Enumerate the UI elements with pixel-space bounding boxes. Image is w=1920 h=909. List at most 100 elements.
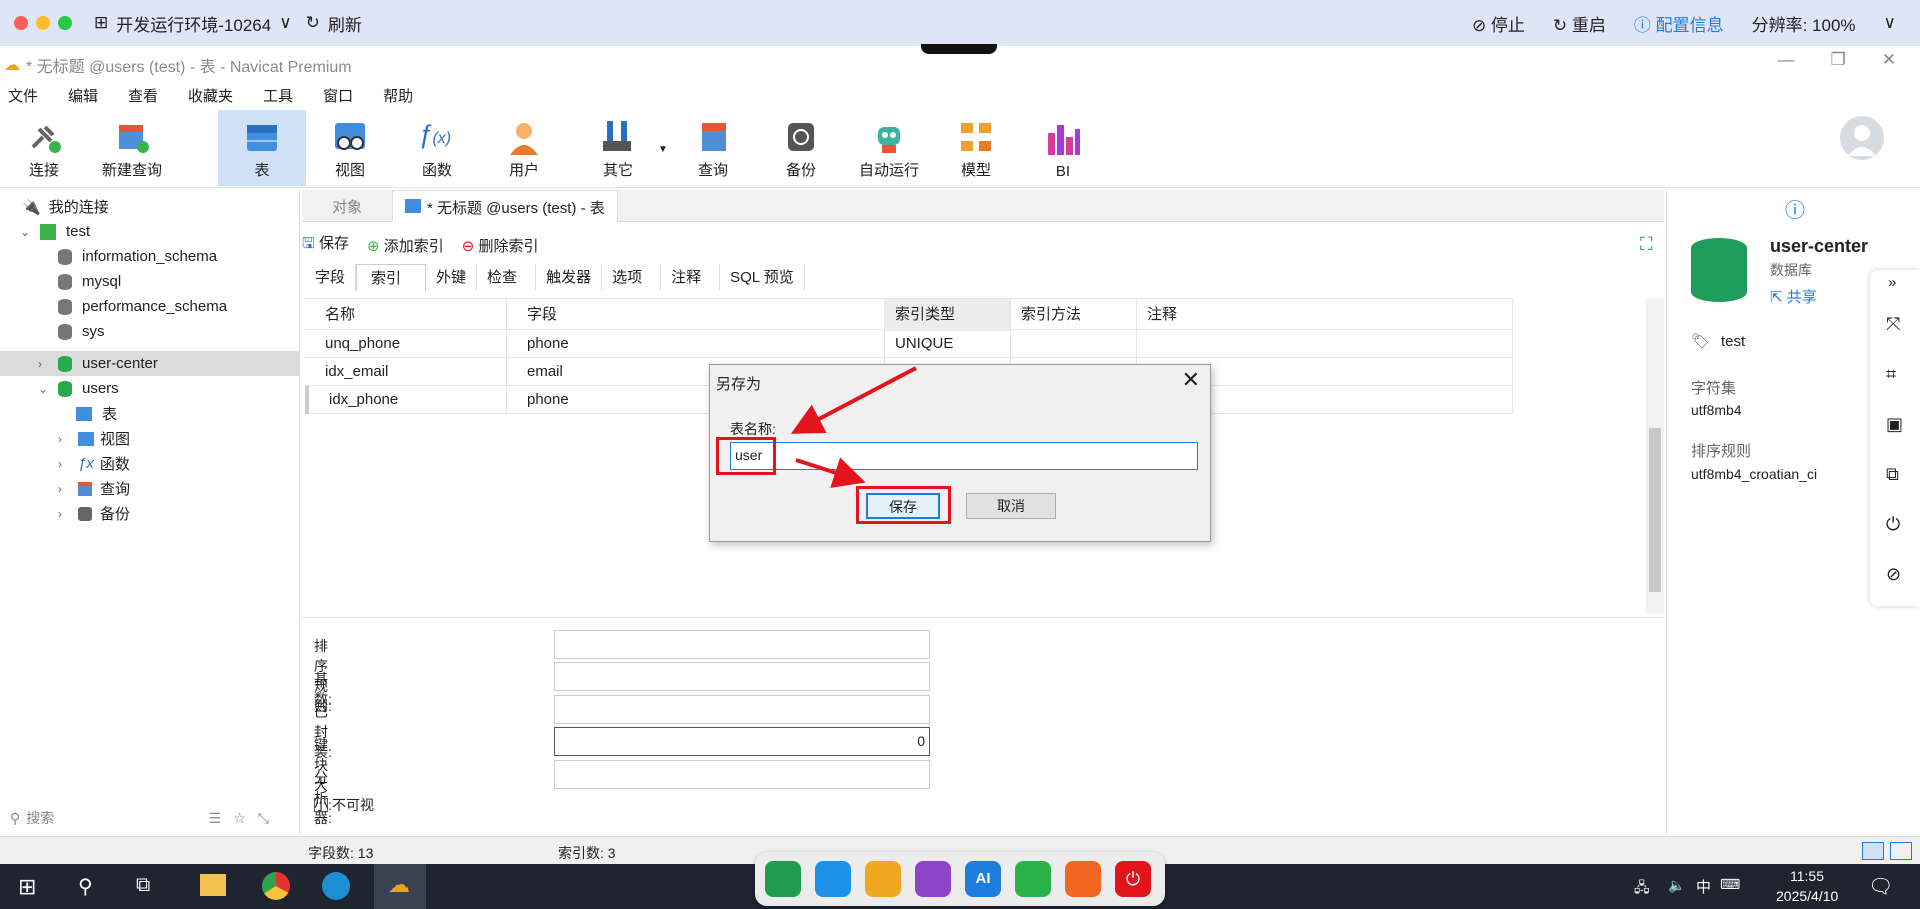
tree-db-user-center[interactable]: › user-center xyxy=(0,351,299,376)
search-input[interactable]: 搜索 xyxy=(26,808,54,828)
tab-table-editor[interactable]: * 无标题 @users (test) - 表 xyxy=(392,190,618,222)
query-button[interactable]: 查询 xyxy=(673,110,753,186)
menu-file[interactable]: 文件 xyxy=(8,85,38,106)
bi-button[interactable]: BI xyxy=(1023,110,1103,186)
filter-icon[interactable]: ☰ xyxy=(209,810,222,827)
packed-field[interactable] xyxy=(554,695,930,724)
cell-name[interactable]: idx_email xyxy=(305,358,507,386)
close-icon[interactable]: ✕ xyxy=(1882,50,1896,70)
chevron-right-icon[interactable]: › xyxy=(38,357,52,371)
chevron-down-icon[interactable]: ∨ xyxy=(1884,13,1896,33)
dialog-cancel-button[interactable]: 取消 xyxy=(966,493,1056,519)
fullscreen-icon[interactable]: ⤧ xyxy=(1886,314,1900,335)
col-header-index-method[interactable]: 索引方法 xyxy=(1011,299,1137,331)
tree-db-mysql[interactable]: mysql xyxy=(58,269,121,294)
tree-item-queries[interactable]: › 查询 xyxy=(58,476,130,501)
ime-indicator[interactable]: 中 xyxy=(1696,876,1711,897)
restore-icon[interactable]: ❐ xyxy=(1831,50,1846,70)
key-block-size-field[interactable]: 0 xyxy=(554,727,930,756)
tab-foreign-keys[interactable]: 外键 xyxy=(426,264,478,291)
power-icon[interactable]: ⏻ xyxy=(1886,514,1900,535)
chevron-right-icon[interactable]: › xyxy=(58,457,72,471)
chevron-right-icon[interactable]: › xyxy=(58,482,72,496)
tree-root[interactable]: 🔌 我的连接 xyxy=(22,194,109,219)
grid-scrollbar[interactable] xyxy=(1646,298,1664,614)
menu-window[interactable]: 窗口 xyxy=(323,85,353,106)
refresh-icon[interactable]: ↻ xyxy=(306,13,320,33)
sign-app-icon[interactable] xyxy=(765,861,801,897)
user-button[interactable]: 用户 xyxy=(484,110,564,186)
chevron-right-icon[interactable]: › xyxy=(58,432,72,446)
tree-item-functions[interactable]: › ƒx 函数 xyxy=(58,451,130,476)
menu-tools[interactable]: 工具 xyxy=(263,85,293,106)
eye-off-icon[interactable]: ⊘ xyxy=(1886,564,1901,585)
tree-db-users[interactable]: ⌄ users xyxy=(38,376,119,401)
cell-field[interactable]: phone xyxy=(507,330,885,358)
collation-field[interactable] xyxy=(554,630,930,659)
table-name-input[interactable]: user xyxy=(730,442,1198,470)
tree-item-backups[interactable]: › 备份 xyxy=(58,501,130,526)
cell-index-method[interactable] xyxy=(1011,330,1137,358)
stop-button[interactable]: ⊘ 停止 xyxy=(1472,11,1525,36)
tree-item-views[interactable]: › 视图 xyxy=(58,426,130,451)
layout-left-icon[interactable] xyxy=(1862,842,1884,860)
col-header-name[interactable]: 名称 xyxy=(305,299,507,331)
collapse-icon[interactable]: ⤡ xyxy=(258,810,269,827)
chevron-right-icon[interactable]: › xyxy=(58,507,72,521)
table-row[interactable]: unq_phone phone UNIQUE xyxy=(305,330,1513,358)
scrollbar-thumb[interactable] xyxy=(1649,428,1661,592)
model-button[interactable]: 模型 xyxy=(936,110,1016,186)
chevron-double-right-icon[interactable]: » xyxy=(1888,274,1896,291)
chrome-icon[interactable] xyxy=(262,872,290,900)
chevron-down-icon[interactable]: ⌄ xyxy=(20,225,34,239)
connect-button[interactable]: 连接 xyxy=(4,110,84,186)
keyboard-icon[interactable]: ⌨ xyxy=(1720,876,1740,893)
other-button[interactable]: 其它 xyxy=(578,110,658,186)
tab-options[interactable]: 选项 xyxy=(602,264,662,291)
save-button[interactable]: 🖫 保存 xyxy=(302,232,349,258)
chat-app-icon[interactable] xyxy=(1015,861,1051,897)
cell-index-type[interactable]: UNIQUE xyxy=(885,330,1011,358)
network-icon[interactable]: 🖧 xyxy=(1634,877,1650,901)
minimize-dot[interactable] xyxy=(36,16,50,30)
env-title[interactable]: 开发运行环境-10264 xyxy=(116,11,271,36)
clock-date[interactable]: 2025/4/10 xyxy=(1776,888,1838,904)
expand-icon[interactable]: ⛶ xyxy=(1640,234,1653,255)
tab-comments[interactable]: 注释 xyxy=(661,264,721,291)
scan-icon[interactable]: ⌗ xyxy=(1886,364,1896,385)
add-index-button[interactable]: ⊕ 添加索引 xyxy=(367,235,444,256)
windows-start-icon[interactable]: ⊞ xyxy=(18,874,36,900)
tab-sql-preview[interactable]: SQL 预览 xyxy=(720,264,805,291)
task-view-icon[interactable]: ⧉ xyxy=(136,874,150,897)
menu-view[interactable]: 查看 xyxy=(128,85,158,106)
automation-button[interactable]: 自动运行 xyxy=(848,110,930,186)
cell-comment[interactable] xyxy=(1137,330,1513,358)
folder-icon[interactable] xyxy=(200,874,226,896)
view-button[interactable]: 视图 xyxy=(310,110,390,186)
layout-icon[interactable]: ▣ xyxy=(1886,414,1903,435)
delete-index-button[interactable]: ⊖ 删除索引 xyxy=(462,235,539,256)
close-icon[interactable]: ✕ xyxy=(1182,367,1200,393)
cell-name[interactable]: unq_phone xyxy=(305,330,507,358)
tab-fields[interactable]: 字段 xyxy=(305,264,357,291)
storage-app-icon[interactable] xyxy=(865,861,901,897)
table-button[interactable]: 表 xyxy=(218,110,306,186)
navicat-taskbar-button[interactable]: ☁ xyxy=(374,864,426,909)
col-header-field[interactable]: 字段 xyxy=(507,299,885,331)
tree-db-information-schema[interactable]: information_schema xyxy=(58,244,217,269)
volume-icon[interactable]: 🔈 xyxy=(1668,877,1685,894)
settings-app-icon[interactable] xyxy=(1065,861,1101,897)
config-button[interactable]: ⓘ 配置信息 xyxy=(1634,11,1724,36)
cell-name[interactable]: idx_phone xyxy=(305,386,507,414)
menu-help[interactable]: 帮助 xyxy=(383,85,413,106)
copy-icon[interactable]: ⧉ xyxy=(1886,464,1899,485)
resolution-selector[interactable]: 分辨率: 100% xyxy=(1752,11,1856,36)
star-icon[interactable]: ☆ xyxy=(233,810,246,827)
info-icon[interactable]: ⓘ xyxy=(1785,194,1805,223)
layout-right-icon[interactable] xyxy=(1890,842,1912,860)
tab-indexes[interactable]: 索引 xyxy=(356,264,427,291)
tree-db-performance-schema[interactable]: performance_schema xyxy=(58,294,227,319)
cardinality-field[interactable] xyxy=(554,662,930,691)
parser-field[interactable] xyxy=(554,760,930,789)
tab-objects[interactable]: 对象 xyxy=(332,196,362,217)
